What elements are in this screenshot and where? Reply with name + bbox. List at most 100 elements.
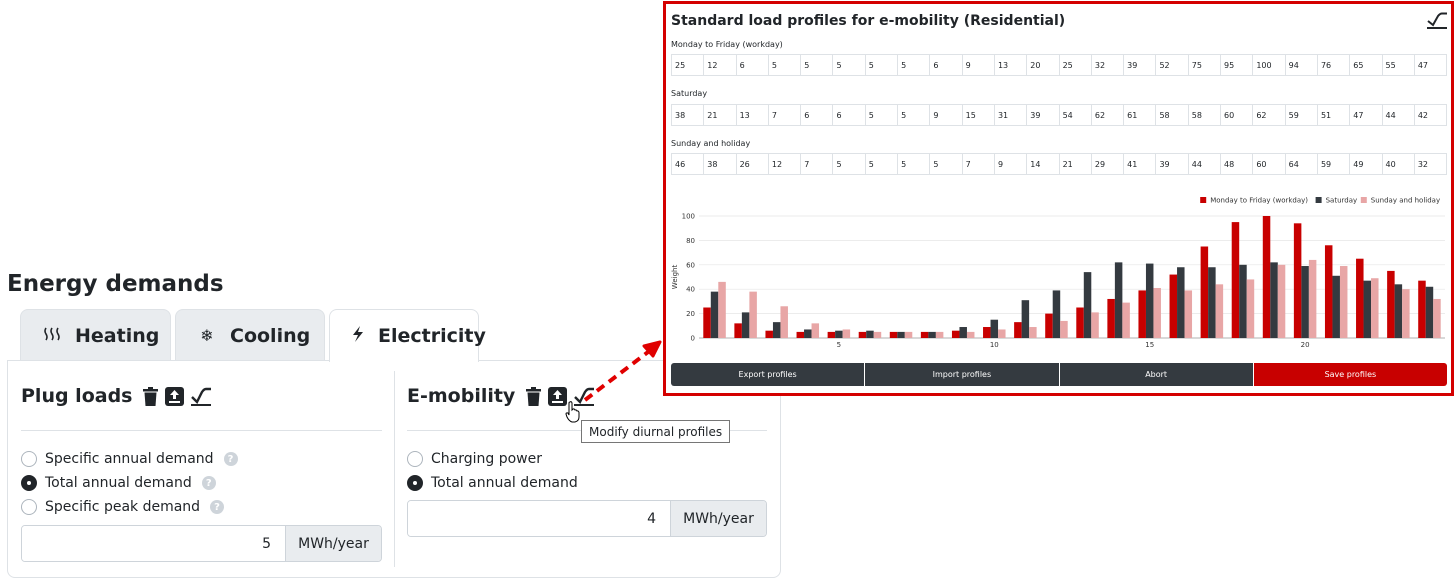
profile-value-cell[interactable]: 21 xyxy=(704,105,737,125)
profile-value-cell[interactable]: 6 xyxy=(930,55,963,75)
profile-value-cell[interactable]: 5 xyxy=(898,105,931,125)
profile-value-cell[interactable]: 95 xyxy=(1221,55,1254,75)
profile-value-cell[interactable]: 44 xyxy=(1189,154,1222,174)
radio-button[interactable] xyxy=(407,451,423,467)
profile-value-cell[interactable]: 25 xyxy=(1060,55,1092,75)
profile-value-cell[interactable]: 51 xyxy=(1318,105,1351,125)
radio-button[interactable] xyxy=(21,475,37,491)
profile-value-cell[interactable]: 55 xyxy=(1383,55,1415,75)
profile-value-cell[interactable]: 38 xyxy=(704,154,737,174)
profile-value-cell[interactable]: 59 xyxy=(1286,105,1318,125)
profile-value-cell[interactable]: 46 xyxy=(672,154,705,174)
radio-total-annual-demand[interactable]: Total annual demand xyxy=(407,475,578,491)
profile-value-cell[interactable]: 5 xyxy=(801,55,834,75)
profile-value-cell[interactable]: 20 xyxy=(1027,55,1060,75)
profile-value-cell[interactable]: 61 xyxy=(1124,105,1157,125)
profile-value-cell[interactable]: 12 xyxy=(704,55,737,75)
profile-value-cell[interactable]: 62 xyxy=(1253,105,1286,125)
radio-specific-peak-demand[interactable]: Specific peak demand ? xyxy=(21,499,225,515)
trash-icon[interactable] xyxy=(143,386,159,406)
tab-cooling[interactable]: ❄ Cooling xyxy=(175,309,325,361)
save-profiles-button[interactable]: Save profiles xyxy=(1253,363,1447,386)
profile-value-cell[interactable]: 14 xyxy=(1027,154,1060,174)
profile-value-cell[interactable]: 25 xyxy=(672,55,705,75)
profile-value-cell[interactable]: 9 xyxy=(930,105,963,125)
help-icon[interactable]: ? xyxy=(223,452,238,466)
profile-value-cell[interactable]: 15 xyxy=(963,105,995,125)
profile-value-cell[interactable]: 58 xyxy=(1156,105,1189,125)
profile-value-cell[interactable]: 9 xyxy=(995,154,1028,174)
radio-button[interactable] xyxy=(21,499,37,515)
trash-icon[interactable] xyxy=(526,386,542,406)
radio-specific-annual-demand[interactable]: Specific annual demand ? xyxy=(21,451,238,467)
radio-button[interactable] xyxy=(407,475,423,491)
profile-value-cell[interactable]: 65 xyxy=(1350,55,1383,75)
profile-value-cell[interactable]: 5 xyxy=(866,55,899,75)
help-icon[interactable]: ? xyxy=(201,476,216,490)
export-profiles-button[interactable]: Export profiles xyxy=(671,363,865,386)
profile-value-cell[interactable]: 59 xyxy=(1318,154,1351,174)
radio-charging-power[interactable]: Charging power xyxy=(407,451,542,467)
profile-value-cell[interactable]: 12 xyxy=(769,154,802,174)
tab-electricity[interactable]: Electricity xyxy=(329,309,486,362)
profile-value-cell[interactable]: 5 xyxy=(898,154,931,174)
profile-value-cell[interactable]: 32 xyxy=(1092,55,1125,75)
profile-value-cell[interactable]: 49 xyxy=(1350,154,1383,174)
profile-value-cell[interactable]: 100 xyxy=(1253,55,1286,75)
profile-value-cell[interactable]: 39 xyxy=(1027,105,1060,125)
profile-value-cell[interactable]: 13 xyxy=(737,105,769,125)
profile-value-cell[interactable]: 9 xyxy=(963,55,995,75)
profile-value-cell[interactable]: 13 xyxy=(995,55,1028,75)
import-profiles-button[interactable]: Import profiles xyxy=(865,363,1059,386)
profile-curve-icon[interactable] xyxy=(191,387,212,406)
profile-value-cell[interactable]: 7 xyxy=(769,105,802,125)
profile-value-cell[interactable]: 6 xyxy=(737,55,769,75)
profile-value-cell[interactable]: 5 xyxy=(769,55,802,75)
upload-icon[interactable] xyxy=(165,386,185,406)
radio-total-annual-demand[interactable]: Total annual demand ? xyxy=(21,475,216,491)
profile-value-cell[interactable]: 54 xyxy=(1060,105,1092,125)
profile-value-cell[interactable]: 5 xyxy=(930,154,963,174)
radio-button[interactable] xyxy=(21,451,37,467)
profile-value-cell[interactable]: 7 xyxy=(963,154,995,174)
emobility-demand-input[interactable] xyxy=(408,501,670,536)
profile-value-cell[interactable]: 48 xyxy=(1221,154,1254,174)
plug-loads-demand-input[interactable] xyxy=(22,526,285,561)
profile-value-cell[interactable]: 60 xyxy=(1253,154,1286,174)
y-tick-label: 80 xyxy=(686,237,695,245)
profile-value-cell[interactable]: 40 xyxy=(1383,154,1415,174)
abort-button[interactable]: Abort xyxy=(1059,363,1253,386)
profile-value-cell[interactable]: 5 xyxy=(833,55,866,75)
profile-value-cell[interactable]: 58 xyxy=(1189,105,1222,125)
profile-value-cell[interactable]: 62 xyxy=(1092,105,1125,125)
tab-heating[interactable]: Heating xyxy=(20,309,171,361)
profile-value-cell[interactable]: 5 xyxy=(866,154,899,174)
profile-value-cell[interactable]: 31 xyxy=(995,105,1028,125)
profile-value-cell[interactable]: 41 xyxy=(1124,154,1157,174)
profile-value-cell[interactable]: 47 xyxy=(1350,105,1383,125)
profile-value-cell[interactable]: 21 xyxy=(1060,154,1092,174)
profile-value-cell[interactable]: 6 xyxy=(801,105,834,125)
profile-value-cell[interactable]: 60 xyxy=(1221,105,1254,125)
profile-value-cell[interactable]: 44 xyxy=(1383,105,1415,125)
profile-value-cell[interactable]: 42 xyxy=(1415,105,1446,125)
profile-value-cell[interactable]: 7 xyxy=(801,154,834,174)
profile-value-cell[interactable]: 64 xyxy=(1286,154,1318,174)
profile-curve-icon[interactable] xyxy=(1427,12,1447,29)
profile-value-cell[interactable]: 29 xyxy=(1092,154,1125,174)
profile-value-cell[interactable]: 5 xyxy=(833,154,866,174)
profile-value-cell[interactable]: 39 xyxy=(1156,154,1189,174)
profile-value-cell[interactable]: 6 xyxy=(833,105,866,125)
profile-value-cell[interactable]: 5 xyxy=(866,105,899,125)
profile-value-cell[interactable]: 52 xyxy=(1156,55,1189,75)
profile-value-cell[interactable]: 5 xyxy=(898,55,931,75)
help-icon[interactable]: ? xyxy=(210,500,225,514)
profile-value-cell[interactable]: 39 xyxy=(1124,55,1157,75)
profile-value-cell[interactable]: 38 xyxy=(672,105,705,125)
profile-value-cell[interactable]: 75 xyxy=(1189,55,1222,75)
profile-value-cell[interactable]: 76 xyxy=(1318,55,1351,75)
profile-value-cell[interactable]: 47 xyxy=(1415,55,1446,75)
profile-value-cell[interactable]: 26 xyxy=(737,154,769,174)
profile-value-cell[interactable]: 32 xyxy=(1415,154,1446,174)
profile-value-cell[interactable]: 94 xyxy=(1286,55,1318,75)
